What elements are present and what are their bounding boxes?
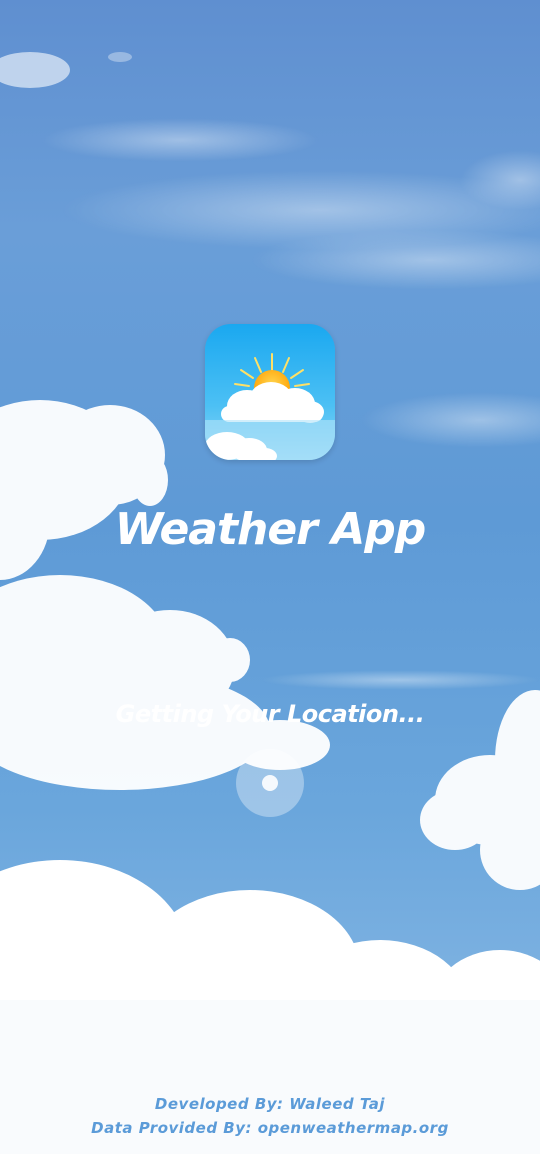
splash-screen: Weather App Getting Your Location... Dev… [0,0,540,1154]
app-icon [205,324,335,460]
data-source-credit: Data Provided By: openweathermap.org [91,1119,449,1137]
location-status: Getting Your Location... [115,700,425,728]
app-title: Weather App [114,504,427,555]
spinner-icon [236,749,304,817]
developer-credit: Developed By: Waleed Taj [154,1095,386,1113]
spinner-dot [262,775,278,791]
sky-background [0,52,540,1154]
sun-cloud-icon [205,324,335,460]
